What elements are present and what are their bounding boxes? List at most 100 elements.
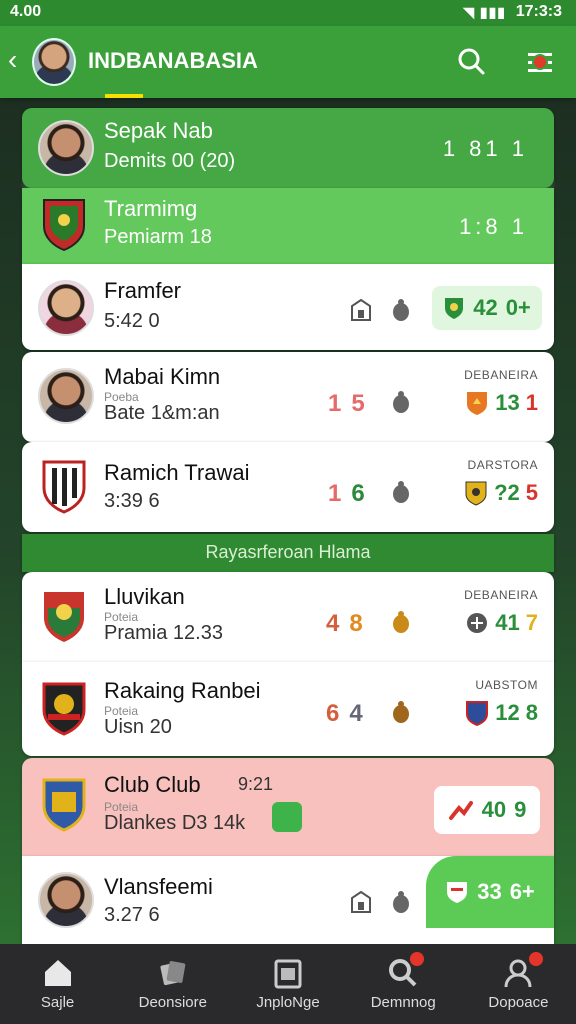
match-info: Demits 00 (20) [104,150,236,172]
result-score: 12 8 [465,700,538,726]
club-crest-icon [43,199,85,252]
shield-icon [467,392,488,415]
search-icon[interactable] [452,42,492,82]
club-crest-icon [42,682,86,736]
team-name: Trarmimg [104,196,198,221]
result-score-extra: 0+ [505,295,531,320]
match-card[interactable]: Framfer 5:42 0 42 0+ [22,264,554,350]
match-info: 3:39 6 [104,490,160,512]
player-name: Mabai Kimn [104,364,221,389]
match-card[interactable]: Sepak Nab Demits 00 (20) 1 81 1 [22,108,554,188]
club-crest-icon [44,592,84,642]
trophy-icon [393,611,409,633]
status-bar: 4.00 ◥ ▮▮▮ 17:3:3 [0,0,576,26]
notification-dot [409,952,424,966]
nav-item-home[interactable]: Sajle [0,944,115,1024]
result-score: 13 1 [465,390,538,416]
match-score: 1:8 1 [459,214,528,239]
nav-label: Demnnog [370,994,436,1011]
league-name: DEBANEIRA [464,588,538,602]
notification-dot [528,952,543,966]
league-name: DARSTORA [467,458,538,472]
match-info: 5:42 0 [104,310,160,332]
match-info: Bate 1&m:an [104,402,220,424]
nav-item-search[interactable]: Demnnog [346,944,461,1024]
stadium-icon [351,298,371,321]
shield-icon [445,298,464,319]
shield-icon [447,882,468,903]
result-pill: 42 0+ [432,286,542,330]
section-divider: Rayasrferoan Hlama [22,534,554,572]
nav-item-discover[interactable]: Deonsiore [115,944,230,1024]
section-title: Rayasrferoan Hlama [205,542,371,562]
player-avatar [38,120,94,176]
player-name: Framfer [104,278,181,303]
back-arrow-icon[interactable]: ‹ [8,46,17,74]
nav-label: JnploNge [256,994,320,1011]
result-score: 41 7 [465,610,538,636]
player-avatar [38,872,94,928]
calendar-icon [274,959,302,989]
match-time: 9:21 [238,774,274,794]
match-score: 1 81 1 [442,136,528,161]
nav-item-league[interactable]: JnploNge [230,944,345,1024]
result-score: ?2 5 [464,480,538,506]
player-avatar [38,280,94,336]
match-card[interactable]: Trarmimg Pemiarm 18 1:8 1 [22,188,554,264]
match-info: Dlankes D3 14k [104,812,246,834]
shield-icon [466,701,489,726]
player-name: Sepak Nab [104,118,213,143]
trophy-icon [393,701,409,723]
player-avatar [38,368,94,424]
team-name: Club Club [104,772,201,797]
app-title: INDBANABASIA [88,48,258,73]
club-crest-icon [42,460,86,514]
status-time-left: 4.00 [10,3,42,20]
nav-label: Deonsiore [138,994,207,1011]
title-underline [105,94,143,98]
league-name: UABSTOM [475,678,538,692]
match-card[interactable]: Vlansfeemi 3.27 6 33 6+ [22,856,554,944]
match-card[interactable]: Rakaing Ranbei Poteia Uisn 20 64 UABSTOM… [22,662,554,756]
club-crest-icon [42,778,86,832]
arrow-trend-icon [448,801,473,820]
match-score: 64 [326,700,363,727]
match-score: 15 [328,390,365,417]
cards-icon [160,961,186,986]
menu-icon[interactable] [520,42,560,82]
team-name: Ramich Trawai [104,460,250,485]
match-score: 16 [328,480,365,507]
match-info: 3.27 6 [104,904,160,926]
trophy-icon [393,391,409,413]
profile-avatar[interactable] [32,38,76,86]
team-name: Lluvikan [104,584,185,609]
nav-label: Dopoace [488,994,549,1011]
stadium-icon [351,890,371,913]
shield-icon [465,481,487,506]
player-name: Vlansfeemi [104,874,213,899]
app-bar: ‹ INDBANABASIA [0,26,576,98]
trophy-icon [393,481,409,503]
match-card[interactable]: Mabai Kimn Poeba Bate 1&m:an 15 DEBANEIR… [22,352,554,442]
ball-icon [467,613,488,633]
match-card-highlighted[interactable]: Club Club 9:21 Poteia Dlankes D3 14k 40 9 [22,758,554,856]
nav-item-profile[interactable]: Dopoace [461,944,576,1024]
live-badge-icon [272,802,302,832]
match-score: 48 [326,610,363,637]
match-info: Pemiarm 18 [104,226,212,248]
match-card[interactable]: Lluvikan Poteia Pramia 12.33 48 DEBANEIR… [22,572,554,662]
match-info: Pramia 12.33 [104,622,223,644]
signal-icon: ◥ ▮▮▮ [463,4,506,20]
nav-label: Sajle [40,994,75,1011]
notification-dot [532,54,548,70]
result-pill: 40 9 [434,786,540,834]
league-name: DEBANEIRA [464,368,538,382]
result-score: 42 [473,295,498,320]
team-name: Rakaing Ranbei [104,678,261,703]
home-icon [44,960,71,986]
status-time-right: 17:3:3 [515,3,562,20]
match-card[interactable]: Ramich Trawai 3:39 6 16 DARSTORA ?2 5 [22,442,554,532]
match-info: Uisn 20 [104,716,172,738]
trophy-icon [393,299,409,321]
result-pill: 33 6+ [426,856,554,928]
